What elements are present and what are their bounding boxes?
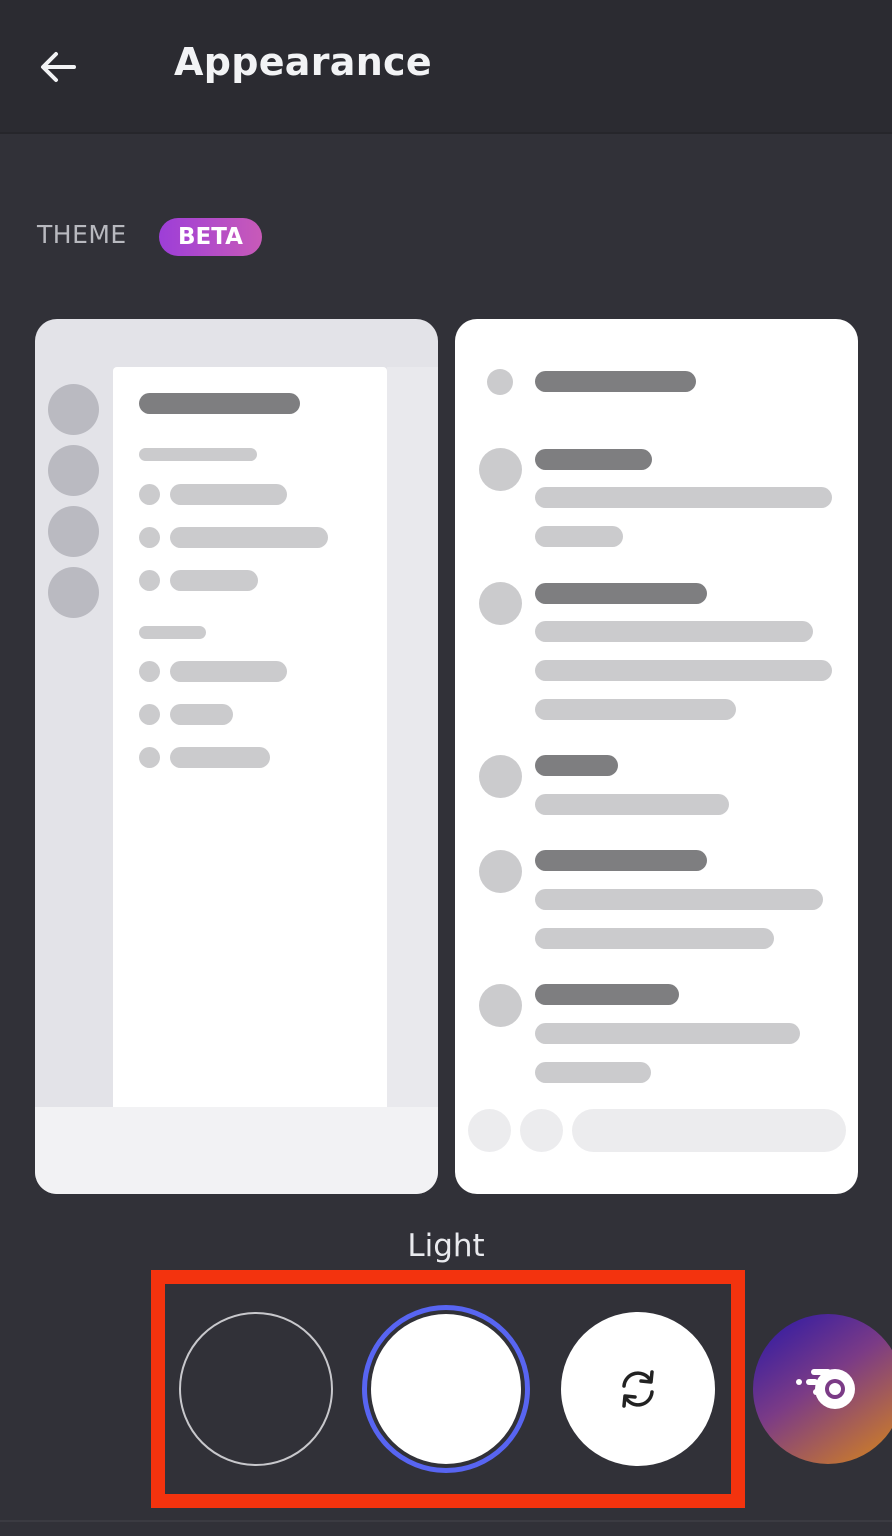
composer-button-placeholder	[520, 1109, 563, 1152]
light-swatch	[371, 1314, 521, 1464]
back-button[interactable]	[36, 44, 82, 90]
selected-theme-label: Light	[407, 1228, 485, 1264]
channel-placeholder	[170, 704, 233, 725]
sync-icon	[622, 1370, 654, 1408]
message-line-placeholder	[535, 699, 736, 720]
username-placeholder	[535, 583, 707, 604]
channel-placeholder	[170, 527, 328, 548]
page-title: Appearance	[174, 40, 432, 84]
arrow-left-icon	[41, 52, 76, 82]
preview-side-strip	[387, 367, 438, 1107]
message-line-placeholder	[535, 660, 832, 681]
theme-preview-chat	[455, 319, 858, 1194]
composer-button-placeholder	[468, 1109, 511, 1152]
channel-icon-placeholder	[139, 661, 160, 682]
channel-placeholder	[170, 484, 287, 505]
theme-option-nitro[interactable]	[753, 1314, 892, 1464]
theme-option-dark[interactable]	[179, 1312, 333, 1466]
channel-icon-placeholder	[487, 369, 513, 395]
theme-option-sync[interactable]	[561, 1312, 715, 1466]
channel-placeholder	[170, 747, 270, 768]
beta-badge: BETA	[159, 218, 262, 256]
channel-list-panel	[113, 367, 387, 1107]
avatar-placeholder	[479, 755, 522, 798]
username-placeholder	[535, 984, 679, 1005]
message-line-placeholder	[535, 526, 623, 547]
message-line-placeholder	[535, 794, 729, 815]
channel-icon-placeholder	[139, 484, 160, 505]
server-icon-placeholder	[48, 445, 99, 496]
message-line-placeholder	[535, 1023, 800, 1044]
composer-input-placeholder	[572, 1109, 846, 1152]
channel-icon-placeholder	[139, 704, 160, 725]
username-placeholder	[535, 449, 652, 470]
username-placeholder	[535, 755, 618, 776]
server-name-placeholder	[139, 393, 300, 414]
bottom-divider	[0, 1520, 892, 1522]
channel-icon-placeholder	[139, 527, 160, 548]
username-placeholder	[535, 850, 707, 871]
channel-title-placeholder	[535, 371, 696, 392]
channel-icon-placeholder	[139, 570, 160, 591]
channel-icon-placeholder	[139, 747, 160, 768]
avatar-placeholder	[479, 582, 522, 625]
category-placeholder	[139, 626, 206, 639]
theme-option-light[interactable]	[362, 1305, 530, 1473]
message-line-placeholder	[535, 621, 813, 642]
category-placeholder	[139, 448, 257, 461]
preview-bottom-bar	[35, 1107, 438, 1194]
channel-placeholder	[170, 661, 287, 682]
avatar-placeholder	[479, 984, 522, 1027]
avatar-placeholder	[479, 850, 522, 893]
channel-placeholder	[170, 570, 258, 591]
message-line-placeholder	[535, 487, 832, 508]
server-icon-placeholder	[48, 384, 99, 435]
message-line-placeholder	[535, 1062, 651, 1083]
server-icon-placeholder	[48, 567, 99, 618]
server-icon-placeholder	[48, 506, 99, 557]
message-line-placeholder	[535, 889, 823, 910]
theme-section-label: THEME	[37, 220, 127, 249]
avatar-placeholder	[479, 448, 522, 491]
message-line-placeholder	[535, 928, 774, 949]
theme-preview-guild-list	[35, 319, 438, 1194]
nitro-icon	[796, 1369, 855, 1409]
top-app-bar: Appearance	[0, 0, 892, 134]
